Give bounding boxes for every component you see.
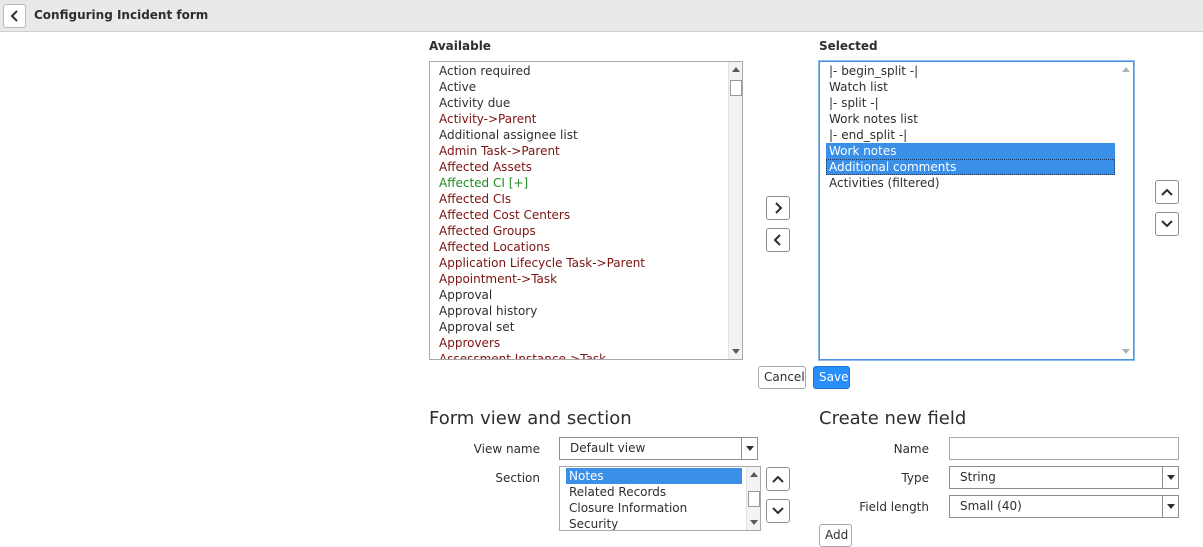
list-item[interactable]: Approval set — [430, 319, 728, 335]
list-item[interactable]: Active — [430, 79, 728, 95]
list-item[interactable]: Affected Cost Centers — [430, 207, 728, 223]
selected-list[interactable]: |- begin_split -| Watch list |- split -| Wo… — [819, 61, 1134, 360]
section-label: Section — [495, 471, 540, 485]
name-label: Name — [893, 442, 929, 456]
add-to-selected-button[interactable] — [766, 196, 790, 220]
list-item[interactable]: Affected Assets — [430, 159, 728, 175]
selected-items: |- begin_split -| Watch list |- split -| Wo… — [820, 62, 1119, 191]
list-item[interactable]: Work notes list — [820, 111, 1119, 127]
field-length-value: Small (40) — [960, 499, 1022, 513]
list-item[interactable]: Admin Task->Parent — [430, 143, 728, 159]
remove-from-selected-button[interactable] — [766, 228, 790, 252]
list-item[interactable]: Approval — [430, 287, 728, 303]
field-length-select[interactable]: Small (40) — [949, 495, 1179, 518]
list-item[interactable]: |- split -| — [820, 95, 1119, 111]
available-scrollbar[interactable] — [728, 62, 742, 359]
page-title: Configuring Incident form — [34, 8, 209, 22]
name-input[interactable] — [949, 437, 1179, 460]
list-item[interactable]: Security — [560, 516, 746, 530]
list-item[interactable]: Appointment->Task — [430, 271, 728, 287]
dropdown-arrow-icon[interactable] — [741, 438, 757, 459]
scroll-thumb[interactable] — [730, 80, 742, 96]
list-item[interactable]: Additional comments — [826, 159, 1115, 175]
list-item[interactable]: Affected Groups — [430, 223, 728, 239]
selected-label: Selected — [819, 39, 878, 53]
cancel-button[interactable]: Cancel — [758, 366, 806, 389]
dropdown-arrow-icon[interactable] — [1162, 467, 1178, 488]
list-item[interactable]: Watch list — [820, 79, 1119, 95]
scroll-down-arrow-icon[interactable] — [732, 349, 740, 354]
list-item[interactable]: Affected CIs — [430, 191, 728, 207]
move-up-button[interactable] — [1155, 180, 1179, 204]
list-item[interactable]: Approval history — [430, 303, 728, 319]
create-field-title: Create new field — [819, 408, 967, 429]
list-item[interactable]: Action required — [430, 63, 728, 79]
view-name-label: View name — [473, 442, 540, 456]
section-list[interactable]: Notes Related Records Closure Information S… — [559, 466, 761, 531]
field-length-label: Field length — [859, 500, 929, 514]
available-items: Action required Active Activity due Activit… — [430, 62, 728, 359]
list-item[interactable]: Work notes — [826, 143, 1115, 159]
move-down-button[interactable] — [1155, 212, 1179, 236]
list-item[interactable]: Activities (filtered) — [820, 175, 1119, 191]
list-item[interactable]: Closure Information — [560, 500, 746, 516]
list-item[interactable]: Assessment Instance->Task — [430, 351, 728, 359]
available-label: Available — [429, 39, 491, 53]
list-item[interactable]: Activity due — [430, 95, 728, 111]
scroll-up-arrow-icon[interactable] — [750, 472, 758, 477]
scroll-up-arrow-icon[interactable] — [1122, 67, 1130, 72]
type-select[interactable]: String — [949, 466, 1179, 489]
list-item[interactable]: Approvers — [430, 335, 728, 351]
list-item[interactable]: Affected CI [+] — [430, 175, 728, 191]
header-bar: Configuring Incident form — [0, 0, 1203, 32]
scroll-down-arrow-icon[interactable] — [1122, 349, 1130, 354]
section-move-up-button[interactable] — [766, 467, 790, 491]
add-field-button[interactable]: Add — [819, 524, 852, 547]
save-button[interactable]: Save — [813, 366, 850, 389]
type-label: Type — [901, 471, 929, 485]
back-button[interactable] — [3, 4, 26, 28]
type-value: String — [960, 470, 996, 484]
chevron-down-icon — [772, 507, 784, 515]
chevron-down-icon — [1161, 220, 1173, 228]
view-name-value: Default view — [570, 441, 646, 455]
list-item[interactable]: Application Lifecycle Task->Parent — [430, 255, 728, 271]
available-list[interactable]: Action required Active Activity due Activit… — [429, 61, 743, 360]
scroll-thumb[interactable] — [748, 491, 760, 507]
scroll-down-arrow-icon[interactable] — [750, 520, 758, 525]
section-items: Notes Related Records Closure Information S… — [560, 467, 746, 530]
chevron-up-icon — [1161, 188, 1173, 196]
list-item[interactable]: Activity->Parent — [430, 111, 728, 127]
section-move-down-button[interactable] — [766, 499, 790, 523]
list-item[interactable]: Related Records — [560, 484, 746, 500]
list-item[interactable]: |- begin_split -| — [820, 63, 1119, 79]
chevron-left-icon — [773, 234, 781, 246]
view-name-select[interactable]: Default view — [559, 437, 758, 460]
dropdown-arrow-icon[interactable] — [1162, 496, 1178, 517]
chevron-left-icon — [10, 10, 18, 22]
list-item[interactable]: |- end_split -| — [820, 127, 1119, 143]
chevron-right-icon — [775, 202, 783, 214]
scroll-up-arrow-icon[interactable] — [732, 67, 740, 72]
selected-scrollbar[interactable] — [1119, 62, 1133, 359]
list-item[interactable]: Additional assignee list — [430, 127, 728, 143]
form-view-title: Form view and section — [429, 408, 632, 429]
list-item[interactable]: Notes — [566, 468, 742, 484]
section-scrollbar[interactable] — [746, 467, 760, 530]
list-item[interactable]: Affected Locations — [430, 239, 728, 255]
chevron-up-icon — [772, 475, 784, 483]
